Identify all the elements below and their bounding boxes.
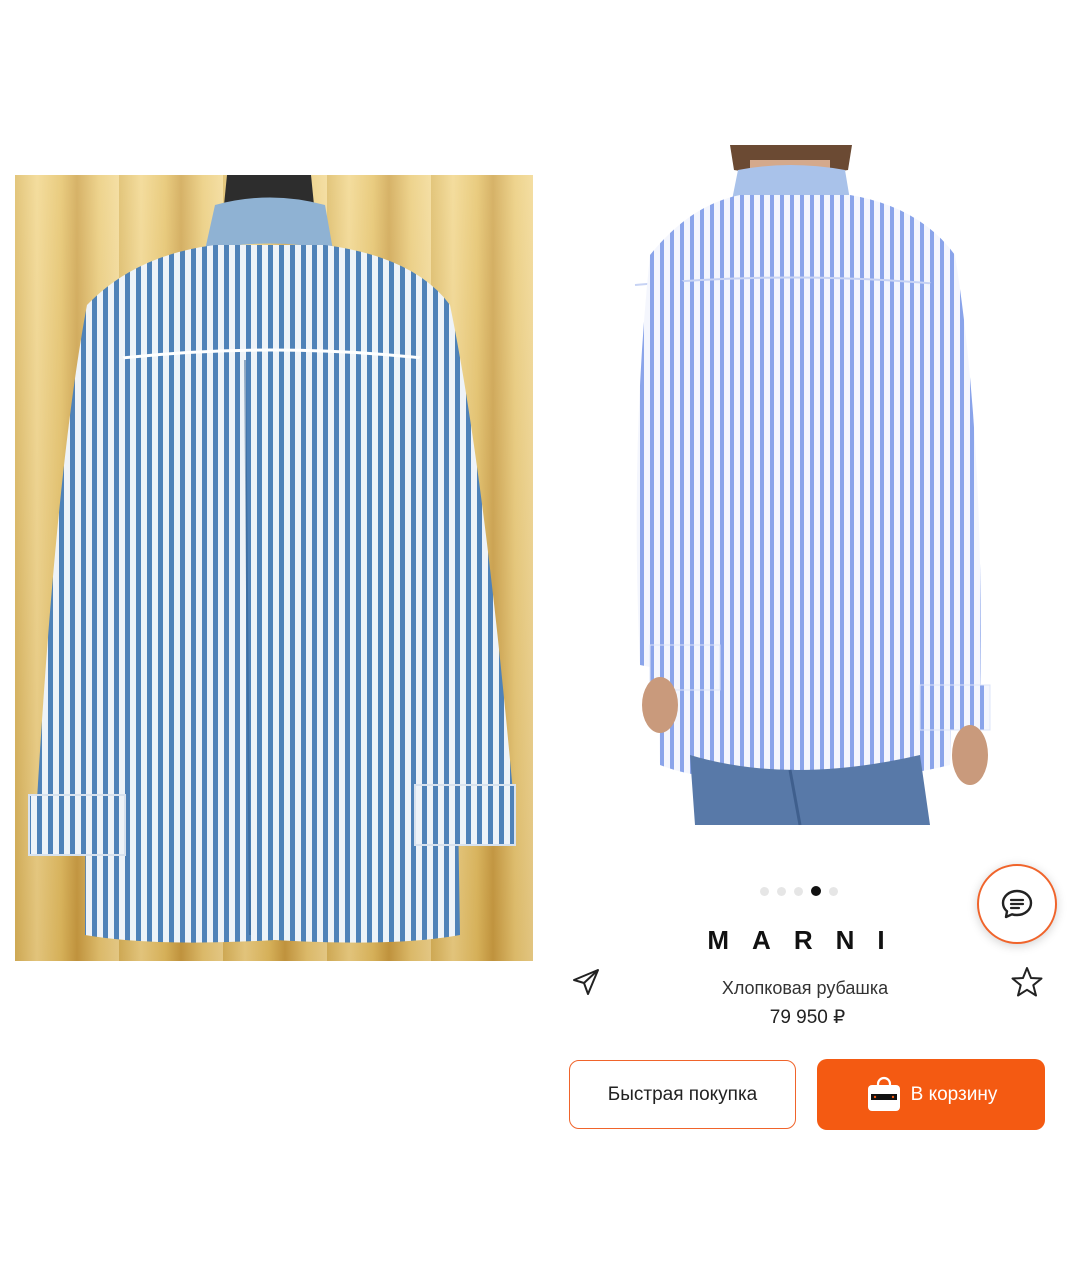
photo-shirt-on-mannequin (15, 175, 533, 961)
product-price: 79 950 ₽ (769, 1007, 846, 1028)
share-button[interactable] (570, 966, 602, 998)
paper-plane-icon (573, 969, 599, 995)
quick-buy-button[interactable]: Быстрая покупка (569, 1060, 796, 1129)
shopping-bag-icon (867, 1076, 900, 1111)
chat-bubble-icon (1001, 889, 1033, 919)
pagination-dot[interactable] (829, 886, 838, 896)
pagination-dot-active[interactable] (811, 886, 821, 896)
gallery-pagination (760, 885, 850, 897)
product-title: Хлопковая рубашка (721, 978, 889, 998)
brand-name[interactable]: MARNI (690, 925, 925, 956)
pagination-dot[interactable] (760, 886, 769, 896)
pagination-dot[interactable] (794, 886, 803, 896)
quick-buy-label: Быстрая покупка (607, 1083, 758, 1105)
chat-button[interactable] (977, 864, 1057, 944)
add-to-cart-button[interactable]: В корзину (817, 1059, 1045, 1130)
add-to-cart-label: В корзину (910, 1083, 998, 1105)
favorite-button[interactable] (1010, 965, 1044, 999)
star-outline-icon (1011, 967, 1043, 997)
photo-shirt-on-model (620, 145, 1010, 825)
pagination-dot[interactable] (777, 886, 786, 896)
